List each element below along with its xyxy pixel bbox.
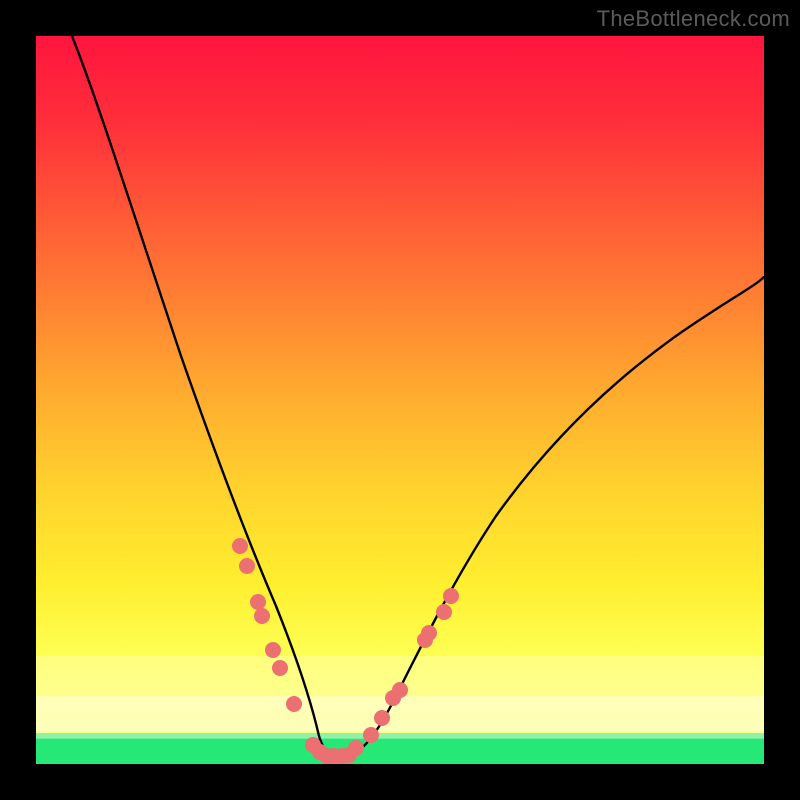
chart-frame: TheBottleneck.com <box>0 0 800 800</box>
curve-layer <box>36 36 764 764</box>
plot-area <box>36 36 764 764</box>
bottleneck-curve <box>72 36 764 756</box>
watermark-text: TheBottleneck.com <box>597 6 790 32</box>
markers <box>232 538 459 764</box>
